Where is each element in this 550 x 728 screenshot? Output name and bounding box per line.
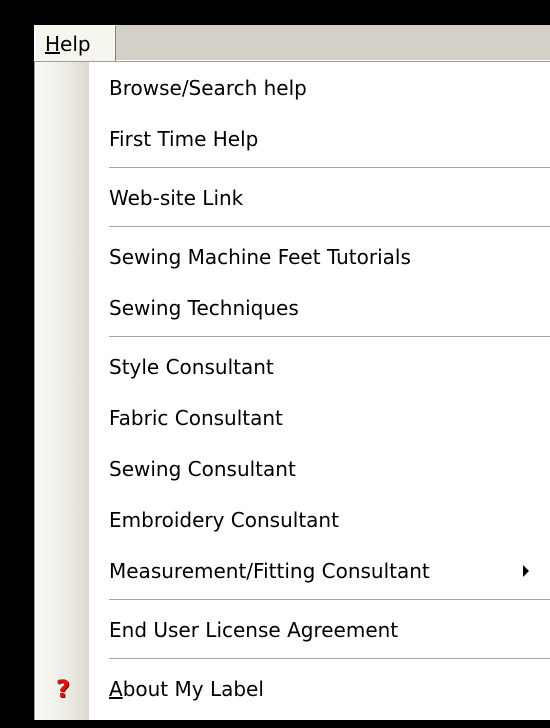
menu-item-mnemonic: A [109,676,123,701]
menu-item-label: Measurement/Fitting Consultant [109,558,430,583]
submenu-arrow-icon [523,564,529,577]
help-dropdown-menu: Browse/Search help First Time Help Web-s… [34,61,550,720]
menu-separator [35,164,550,172]
menu-item-label: Fabric Consultant [109,405,283,430]
menu-item-embroidery-consultant[interactable]: Embroidery Consultant [35,494,550,545]
menu-help[interactable]: Help [34,25,116,61]
menu-help-mnemonic: H [45,31,61,56]
menu-item-label: Sewing Machine Feet Tutorials [109,244,411,269]
menu-separator [35,223,550,231]
menu-item-end-user-license-agreement[interactable]: End User License Agreement [35,604,550,655]
screen: Help Browse/Search help First Time Help … [0,0,550,728]
menu-bar: Help [34,25,550,61]
menu-separator [35,333,550,341]
menu-item-sewing-techniques[interactable]: Sewing Techniques [35,282,550,333]
menu-item-measurement-fitting-consultant[interactable]: Measurement/Fitting Consultant [35,545,550,596]
menu-item-style-consultant[interactable]: Style Consultant [35,341,550,392]
menu-item-sewing-consultant[interactable]: Sewing Consultant [35,443,550,494]
menu-item-label: Sewing Consultant [109,456,296,481]
menu-separator [35,655,550,663]
menu-item-label: Browse/Search help [109,75,307,100]
menu-item-sewing-machine-feet-tutorials[interactable]: Sewing Machine Feet Tutorials [35,231,550,282]
menu-help-label: elp [60,31,91,56]
menu-separator [35,596,550,604]
menu-items: Browse/Search help First Time Help Web-s… [35,62,550,714]
menu-item-label: End User License Agreement [109,617,399,642]
menu-item-first-time-help[interactable]: First Time Help [35,113,550,164]
menu-item-label: Sewing Techniques [109,295,299,320]
menu-item-label: bout My Label [122,676,264,701]
menu-item-label: First Time Help [109,126,259,151]
help-question-icon: ? [56,674,70,703]
menu-item-label: Web-site Link [109,185,244,210]
menu-item-about-my-label[interactable]: ? About My Label [35,663,550,714]
menu-item-web-site-link[interactable]: Web-site Link [35,172,550,223]
menu-item-label: Style Consultant [109,354,274,379]
menu-item-fabric-consultant[interactable]: Fabric Consultant [35,392,550,443]
menu-item-browse-search-help[interactable]: Browse/Search help [35,62,550,113]
menu-item-label: Embroidery Consultant [109,507,339,532]
